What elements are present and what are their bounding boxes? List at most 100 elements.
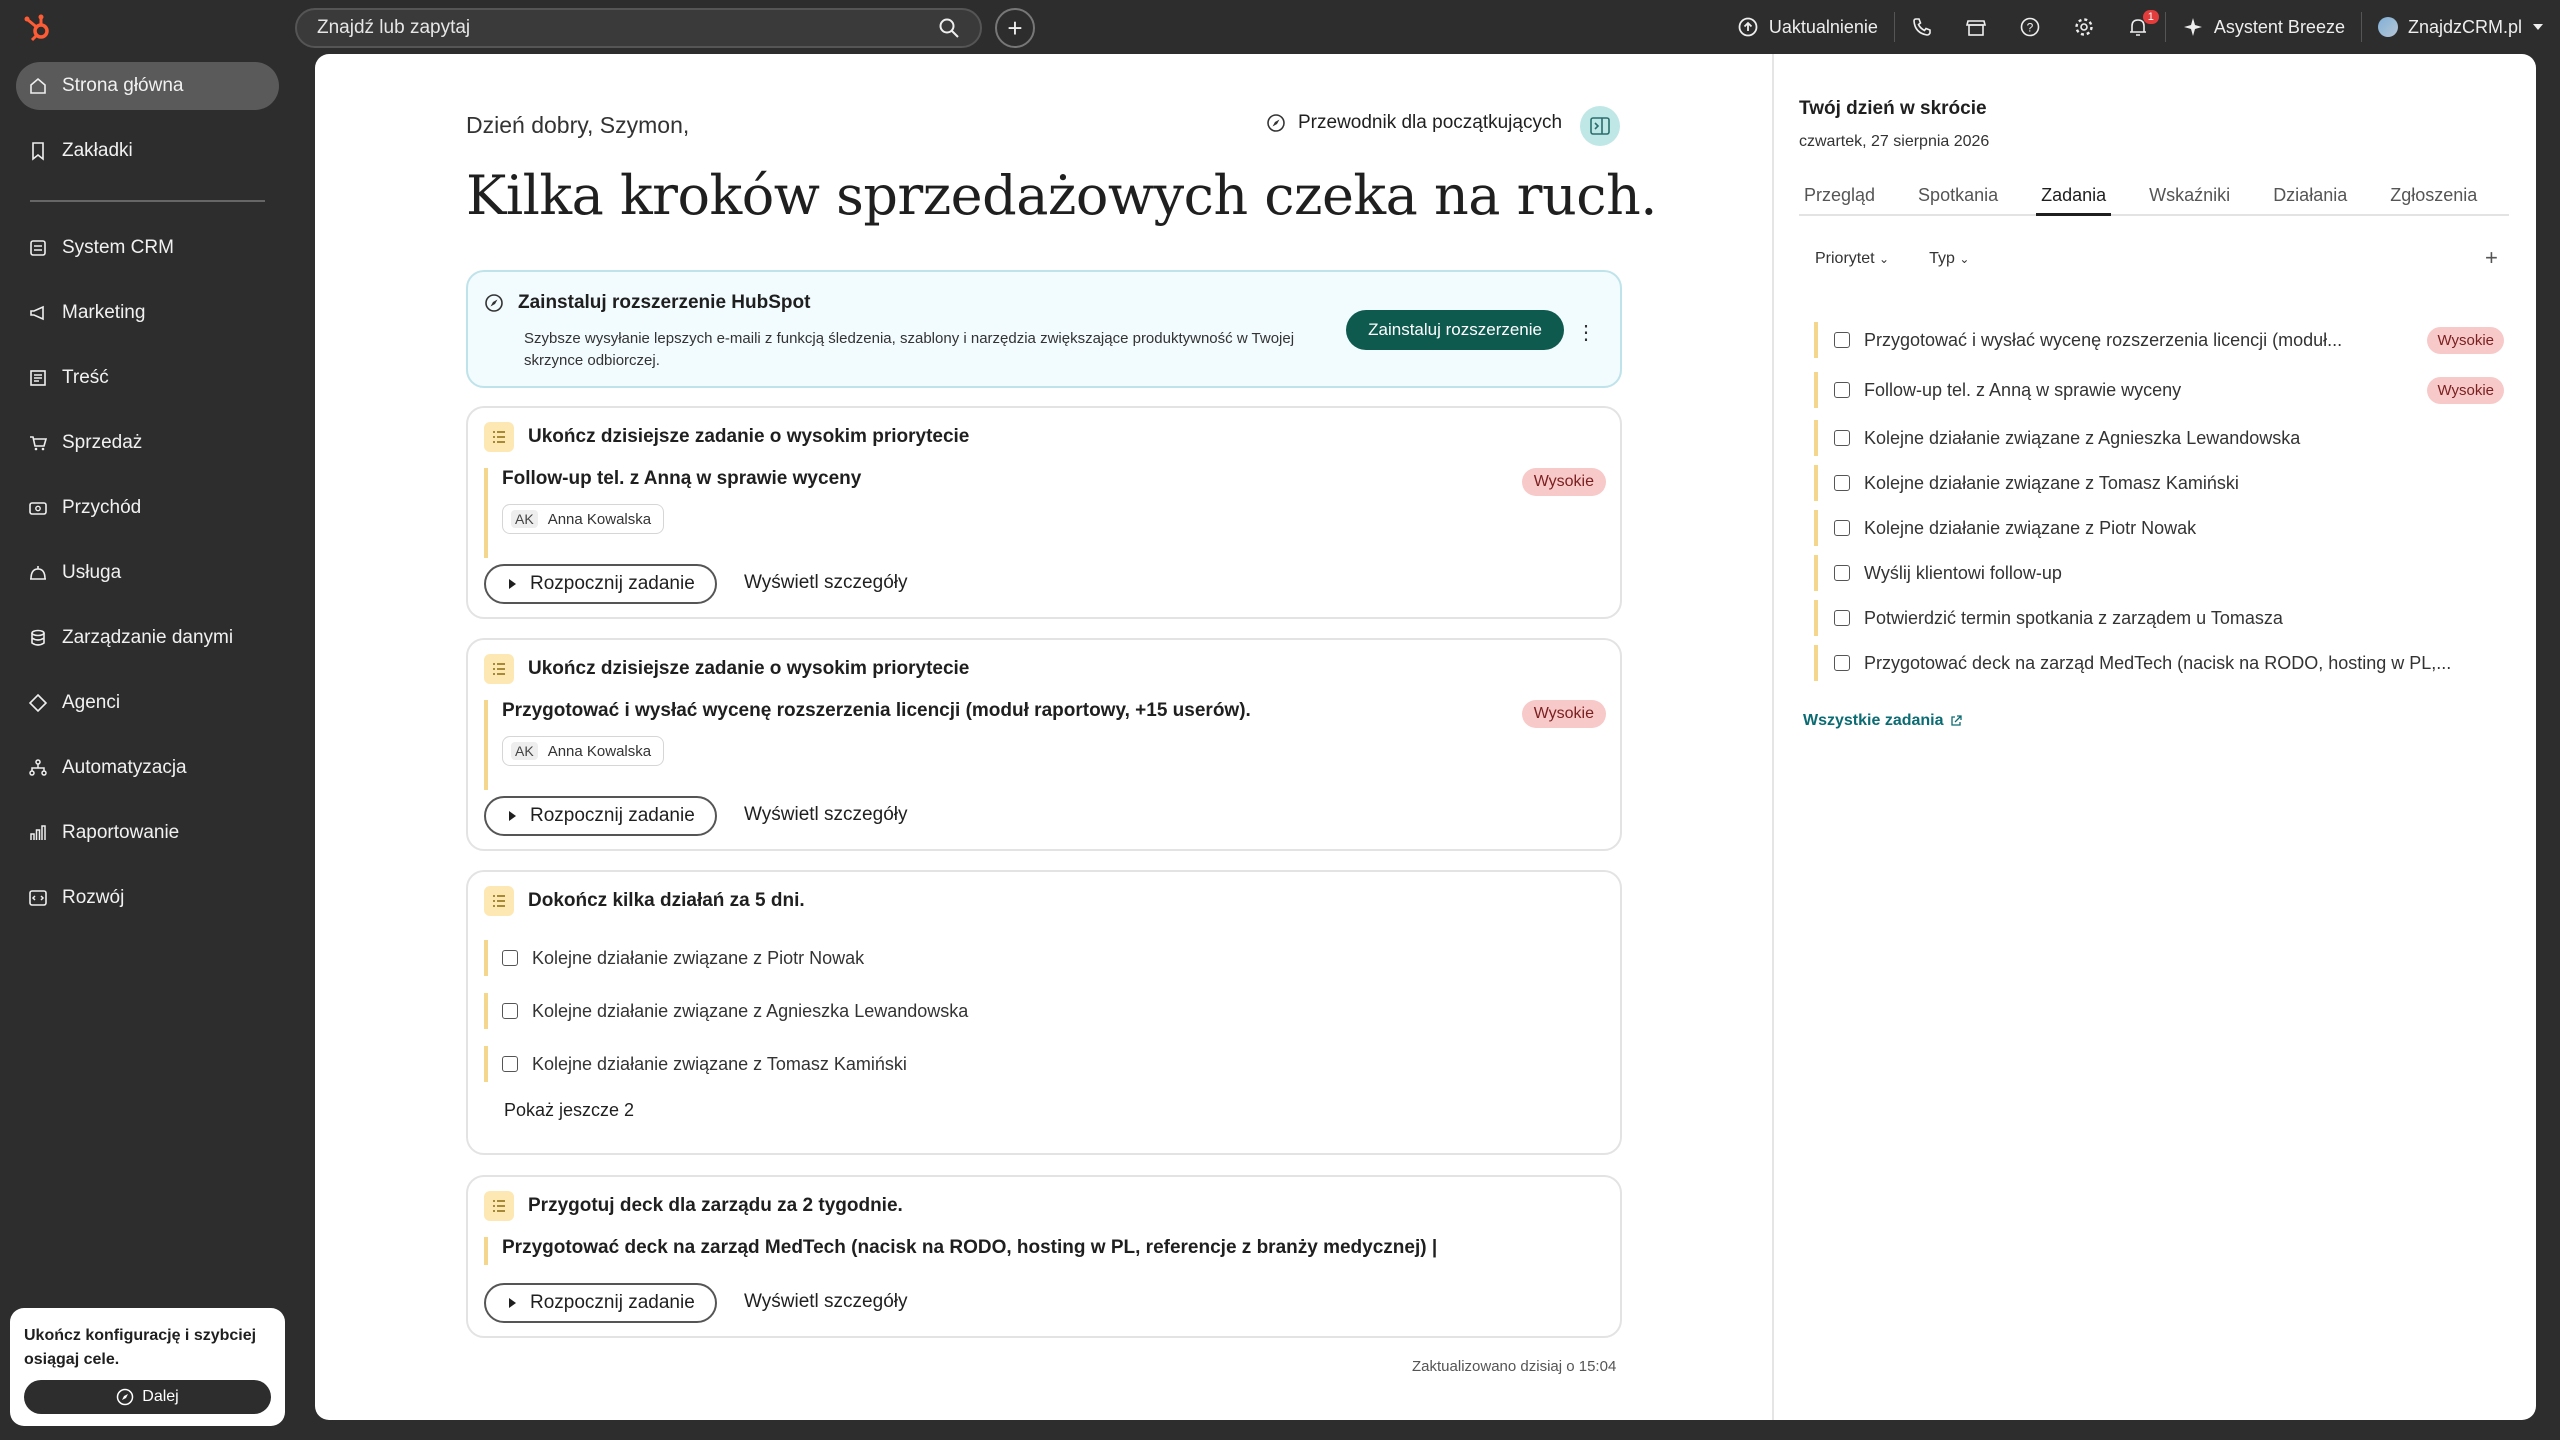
sidebar-item-content[interactable]: Treść (16, 354, 279, 402)
task-title[interactable]: Przygotować deck na zarząd MedTech (naci… (502, 1237, 1437, 1259)
start-task-button[interactable]: Rozpocznij zadanie (484, 796, 717, 836)
top-bar: Znajdź lub zapytaj + Uaktualnienie ? 1 A… (0, 0, 2560, 54)
contact-chip[interactable]: AK Anna Kowalska (502, 736, 665, 766)
card-heading: Ukończ dzisiejsze zadanie o wysokim prio… (528, 426, 970, 447)
priority-task-card: Ukończ dzisiejsze zadanie o wysokim prio… (466, 406, 1622, 619)
sidebar-item-service[interactable]: Usługa (16, 549, 279, 597)
start-task-button[interactable]: Rozpocznij zadanie (484, 1283, 717, 1323)
breeze-assistant-button[interactable]: Asystent Breeze (2166, 0, 2361, 54)
sidebar-item-reporting[interactable]: Raportowanie (16, 809, 279, 857)
sidebar-item-revenue[interactable]: Przychód (16, 484, 279, 532)
marketplace-button[interactable] (1949, 0, 2003, 54)
tab-overview[interactable]: Przegląd (1799, 180, 1880, 216)
task-checkbox[interactable] (502, 950, 518, 966)
account-menu[interactable]: ZnajdzCRM.pl (2362, 0, 2560, 54)
action-item[interactable]: Kolejne działanie związane z Agnieszka L… (484, 993, 968, 1029)
search-input[interactable]: Znajdź lub zapytaj (295, 8, 982, 48)
action-item[interactable]: Kolejne działanie związane z Piotr Nowak (484, 940, 864, 976)
sidebar-item-automation[interactable]: Automatyzacja (16, 744, 279, 792)
notifications-button[interactable]: 1 (2111, 0, 2165, 54)
tab-tasks[interactable]: Zadania (2036, 180, 2112, 216)
task-checkbox[interactable] (1834, 520, 1850, 536)
sidebar-item-development[interactable]: Rozwój (16, 874, 279, 922)
search-icon[interactable] (938, 17, 960, 39)
breeze-label: Asystent Breeze (2213, 16, 2345, 37)
tab-tickets[interactable]: Zgłoszenia (2385, 180, 2482, 216)
setup-text: Ukończ konfigurację i szybciej osiągaj c… (24, 1327, 257, 1368)
task-checkbox[interactable] (502, 1003, 518, 1019)
card-header: Dokończ kilka działań za 5 dni. (484, 886, 805, 916)
sidebar-item-sales[interactable]: Sprzedaż (16, 419, 279, 467)
task-checkbox[interactable] (1834, 610, 1850, 626)
task-checkbox[interactable] (1834, 475, 1850, 491)
sidebar-item-home[interactable]: Strona główna (16, 62, 279, 110)
task-checkbox[interactable] (1834, 655, 1850, 671)
sidebar-item-agents[interactable]: Agenci (16, 679, 279, 727)
view-details-link[interactable]: Wyświetl szczegóły (744, 572, 907, 594)
task-checkbox[interactable] (1834, 332, 1850, 348)
tab-activities[interactable]: Działania (2268, 180, 2352, 216)
sidebar-item-marketing[interactable]: Marketing (16, 289, 279, 337)
tab-meetings[interactable]: Spotkania (1913, 180, 2003, 216)
setup-next-button[interactable]: Dalej (24, 1380, 271, 1414)
help-button[interactable]: ? (2003, 0, 2057, 54)
sidebar-item-crm[interactable]: System CRM (16, 224, 279, 272)
add-task-button[interactable]: + (2485, 245, 2498, 271)
all-tasks-link[interactable]: Wszystkie zadania (1803, 712, 1962, 730)
sidebar-item-data-management[interactable]: Zarządzanie danymi (16, 614, 279, 662)
view-details-link[interactable]: Wyświetl szczegóły (744, 804, 907, 826)
hubspot-logo-icon[interactable] (22, 12, 54, 44)
action-item[interactable]: Kolejne działanie związane z Tomasz Kami… (484, 1046, 907, 1082)
type-filter[interactable]: Typ ⌄ (1929, 250, 1969, 268)
task-checkbox[interactable] (1834, 430, 1850, 446)
start-task-label: Rozpocznij zadanie (530, 1292, 695, 1313)
task-list-icon (484, 886, 514, 916)
start-task-button[interactable]: Rozpocznij zadanie (484, 564, 717, 604)
task-checkbox[interactable] (1834, 565, 1850, 581)
action-label: Kolejne działanie związane z Agnieszka L… (532, 1000, 969, 1021)
task-filters: Priorytet ⌄ Typ ⌄ (1815, 250, 1969, 268)
task-row[interactable]: Kolejne działanie związane z Agnieszka L… (1814, 420, 2504, 456)
task-row[interactable]: Follow-up tel. z Anną w sprawie wyceny W… (1814, 372, 2504, 408)
notification-count-badge: 1 (2142, 10, 2159, 24)
sidebar: Strona główna Zakładki System CRM Market… (0, 54, 295, 1440)
sidebar-item-bookmarks[interactable]: Zakładki (16, 127, 279, 175)
panel-icon (1590, 117, 1610, 135)
create-new-button[interactable]: + (995, 8, 1035, 48)
task-row[interactable]: Wyślij klientowi follow-up (1814, 555, 2504, 591)
task-text: Przygotować i wysłać wycenę rozszerzenia… (1864, 329, 2343, 350)
tab-metrics[interactable]: Wskaźniki (2144, 180, 2235, 216)
more-options-icon[interactable]: ⋮ (1576, 320, 1596, 345)
task-text: Kolejne działanie związane z Tomasz Kami… (1864, 472, 2239, 493)
card-heading: Przygotuj deck dla zarządu za 2 tygodnie… (528, 1195, 903, 1216)
upgrade-label: Uaktualnienie (1768, 16, 1878, 37)
contact-initials: AK (511, 742, 538, 760)
task-row[interactable]: Przygotować i wysłać wycenę rozszerzenia… (1814, 322, 2504, 358)
filter-label: Typ (1929, 250, 1955, 267)
task-list-icon (484, 654, 514, 684)
priority-filter[interactable]: Priorytet ⌄ (1815, 250, 1889, 268)
view-details-link[interactable]: Wyświetl szczegóły (744, 1291, 907, 1313)
calling-button[interactable] (1895, 0, 1949, 54)
extension-card-header: Zainstaluj rozszerzenie HubSpot (484, 292, 810, 314)
task-row[interactable]: Przygotować deck na zarząd MedTech (naci… (1814, 645, 2504, 681)
task-text: Follow-up tel. z Anną w sprawie wyceny (1864, 379, 2182, 400)
task-title[interactable]: Przygotować i wysłać wycenę rozszerzenia… (502, 700, 1251, 722)
start-task-label: Rozpocznij zadanie (530, 805, 695, 826)
panel-toggle-button[interactable] (1580, 106, 1620, 146)
task-row[interactable]: Potwierdzić termin spotkania z zarządem … (1814, 600, 2504, 636)
task-row[interactable]: Kolejne działanie związane z Piotr Nowak (1814, 510, 2504, 546)
contact-initials: AK (511, 510, 538, 528)
show-more-link[interactable]: Pokaż jeszcze 2 (504, 1100, 634, 1121)
contact-chip[interactable]: AK Anna Kowalska (502, 504, 665, 534)
install-extension-button[interactable]: Zainstaluj rozszerzenie (1346, 310, 1564, 350)
task-row[interactable]: Kolejne działanie związane z Tomasz Kami… (1814, 465, 2504, 501)
sidebar-item-label: Zakładki (62, 140, 133, 161)
task-title[interactable]: Follow-up tel. z Anną w sprawie wyceny (502, 468, 861, 490)
task-checkbox[interactable] (1834, 382, 1850, 398)
beginner-guide-link[interactable]: Przewodnik dla początkujących (1266, 112, 1562, 134)
settings-button[interactable] (2057, 0, 2111, 54)
upgrade-button[interactable]: Uaktualnienie (1721, 0, 1894, 54)
task-checkbox[interactable] (502, 1056, 518, 1072)
contact-name: Anna Kowalska (547, 742, 652, 760)
